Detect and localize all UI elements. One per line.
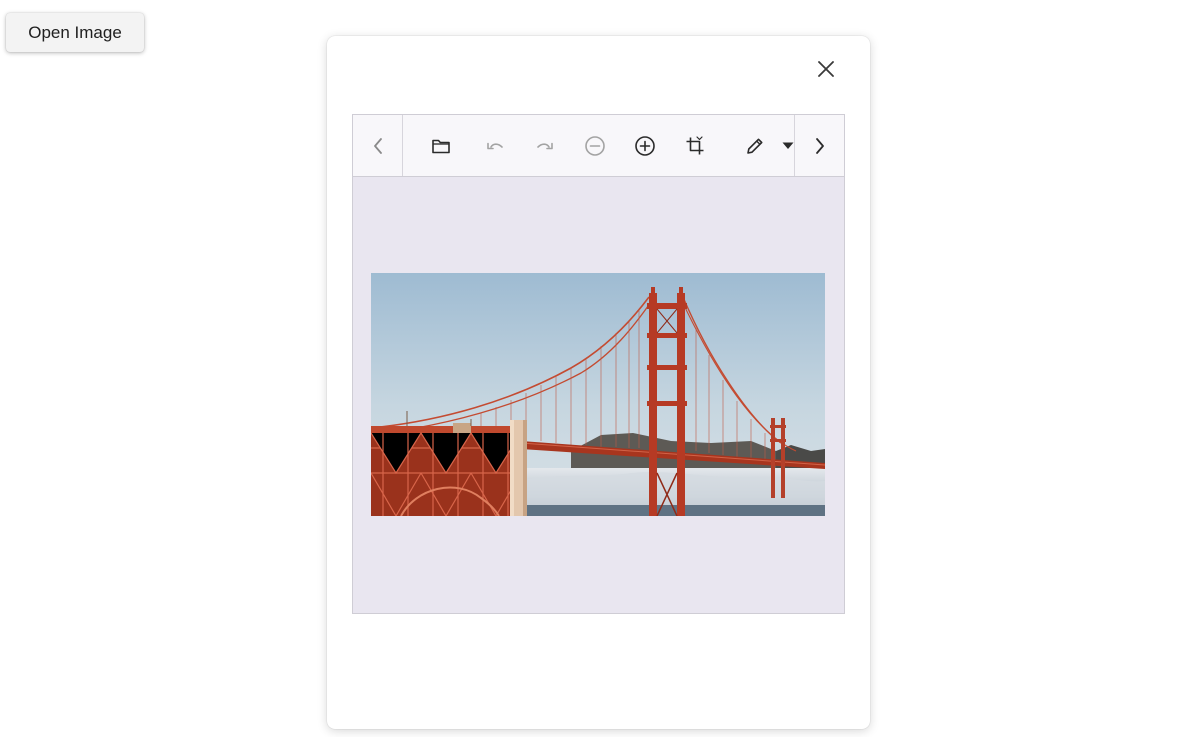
pen-icon bbox=[747, 138, 763, 154]
close-icon bbox=[818, 61, 834, 77]
zoom-in-icon bbox=[635, 136, 655, 156]
chevron-left-icon bbox=[373, 137, 382, 154]
toolbar-scroll-left-button[interactable] bbox=[353, 115, 403, 176]
crop-icon bbox=[686, 136, 704, 155]
zoom-in-button[interactable] bbox=[632, 133, 658, 159]
annotate-pen-button[interactable] bbox=[742, 133, 768, 159]
zoom-out-icon bbox=[585, 136, 605, 156]
open-folder-icon bbox=[432, 139, 450, 154]
zoom-out-button[interactable] bbox=[582, 133, 608, 159]
dropdown-caret-icon bbox=[782, 142, 794, 149]
chevron-right-icon bbox=[815, 137, 824, 154]
open-button[interactable] bbox=[428, 133, 454, 159]
image-editor-dialog bbox=[327, 36, 870, 729]
undo-button[interactable] bbox=[482, 133, 508, 159]
image-canvas[interactable] bbox=[353, 177, 844, 613]
redo-icon bbox=[537, 142, 553, 150]
toolbar-scroll-right-button[interactable] bbox=[794, 115, 844, 176]
image-editor bbox=[352, 114, 845, 614]
crop-button[interactable] bbox=[682, 133, 708, 159]
bridge-photo bbox=[371, 273, 825, 516]
undo-icon bbox=[487, 142, 503, 150]
editor-toolbar bbox=[353, 115, 844, 177]
close-button[interactable] bbox=[814, 57, 838, 81]
open-image-button[interactable]: Open Image bbox=[6, 13, 144, 52]
redo-button[interactable] bbox=[532, 133, 558, 159]
